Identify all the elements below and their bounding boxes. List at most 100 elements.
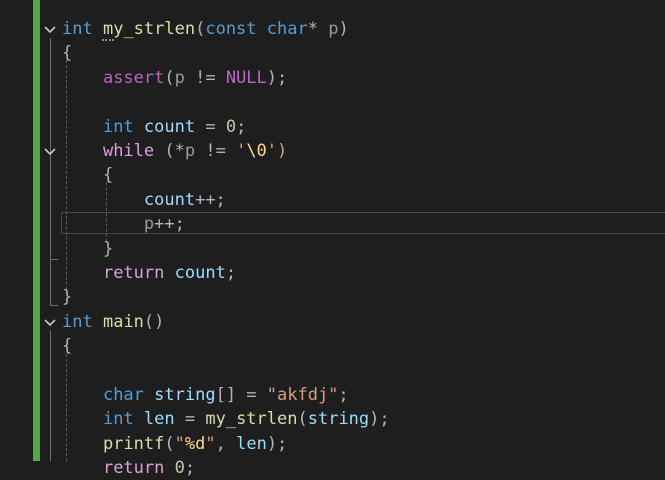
code-token: " (174, 433, 185, 454)
code-token: return (102, 458, 165, 479)
code-token: string (307, 409, 370, 430)
code-token: main (102, 311, 144, 332)
code-token: ; (236, 116, 247, 137)
code-token: p (184, 141, 196, 161)
code-token: ++; (195, 189, 226, 210)
code-token: != (195, 141, 237, 161)
code-token: } (62, 287, 73, 308)
code-token: ') (266, 141, 288, 161)
code-token: ) (338, 19, 349, 39)
code-token: * (307, 19, 329, 39)
code-token: int (102, 116, 134, 137)
code-token: , (215, 433, 237, 454)
code-token: int (62, 311, 93, 332)
code-line[interactable]: int len = my_strlen(string); (62, 407, 390, 431)
code-token: () (143, 311, 165, 332)
code-line[interactable]: while (*p != '\0') (62, 139, 287, 163)
change-tracking-bar (33, 0, 40, 461)
code-token: ++; (154, 214, 185, 235)
code-token: NULL (225, 67, 267, 88)
code-token: char (266, 19, 308, 39)
code-token: ( (195, 19, 206, 39)
code-line[interactable]: } (62, 285, 72, 309)
code-line[interactable]: printf("%d", len); (62, 432, 287, 456)
code-line[interactable]: int my_strlen(const char* p) (62, 17, 349, 41)
code-token: ' (236, 141, 247, 161)
code-token: %d (184, 433, 206, 454)
code-token: " (205, 433, 216, 454)
fold-chevron-icon[interactable] (43, 139, 57, 163)
code-token: assert (102, 67, 165, 88)
code-token: 0 (174, 458, 185, 479)
code-line[interactable]: } (62, 237, 113, 261)
code-line[interactable]: return count; (62, 261, 236, 285)
fold-chevron-icon[interactable] (43, 17, 57, 41)
code-token: 0 (225, 116, 237, 137)
fold-region-line (50, 305, 58, 306)
code-line[interactable]: { (62, 163, 113, 187)
fold-region-line (50, 160, 51, 260)
code-token: my_strlen (102, 19, 196, 39)
code-token: printf (102, 433, 165, 454)
code-token: len (143, 409, 175, 430)
code-token: ( (164, 433, 175, 454)
code-line[interactable]: int count = 0; (62, 115, 246, 139)
fold-chevron-icon[interactable] (43, 310, 57, 334)
code-token: (* (154, 141, 185, 161)
code-token: { (62, 43, 73, 64)
code-token: = (195, 116, 226, 137)
code-token: len (236, 433, 267, 454)
code-token: { (62, 336, 73, 357)
code-token: = (174, 409, 206, 430)
code-line[interactable]: int main() (62, 310, 164, 334)
code-token: \0 (246, 141, 267, 161)
code-token: while (102, 141, 155, 161)
code-line[interactable]: { (62, 334, 72, 358)
code-token: int (62, 19, 93, 39)
code-token: "akfdj" (266, 385, 339, 405)
code-token: char (102, 385, 144, 405)
code-token: } (102, 238, 114, 259)
code-token: { (102, 165, 114, 186)
code-token: != (184, 67, 226, 88)
code-token: ); (369, 409, 390, 430)
code-token: [] = (215, 385, 267, 405)
code-token: count (143, 116, 196, 137)
code-token: count (143, 189, 196, 210)
code-token: string (154, 385, 216, 405)
code-token: return (102, 263, 165, 283)
code-token: ); (266, 433, 288, 454)
code-line[interactable]: count++; (62, 188, 226, 212)
code-line[interactable]: assert(p != NULL); (62, 66, 287, 90)
code-token: int (102, 409, 134, 430)
code-line[interactable]: char string[] = "akfdj"; (62, 383, 349, 407)
code-editor[interactable]: int my_strlen(const char* p){ assert(p !… (0, 0, 665, 478)
code-token: ; (338, 385, 349, 405)
code-line[interactable]: p++; (62, 212, 185, 236)
code-line[interactable]: { (62, 41, 72, 65)
code-token: p (328, 19, 339, 39)
code-token: ( (164, 67, 175, 88)
code-token: ; (184, 458, 196, 479)
code-line[interactable]: return 0; (62, 456, 195, 480)
